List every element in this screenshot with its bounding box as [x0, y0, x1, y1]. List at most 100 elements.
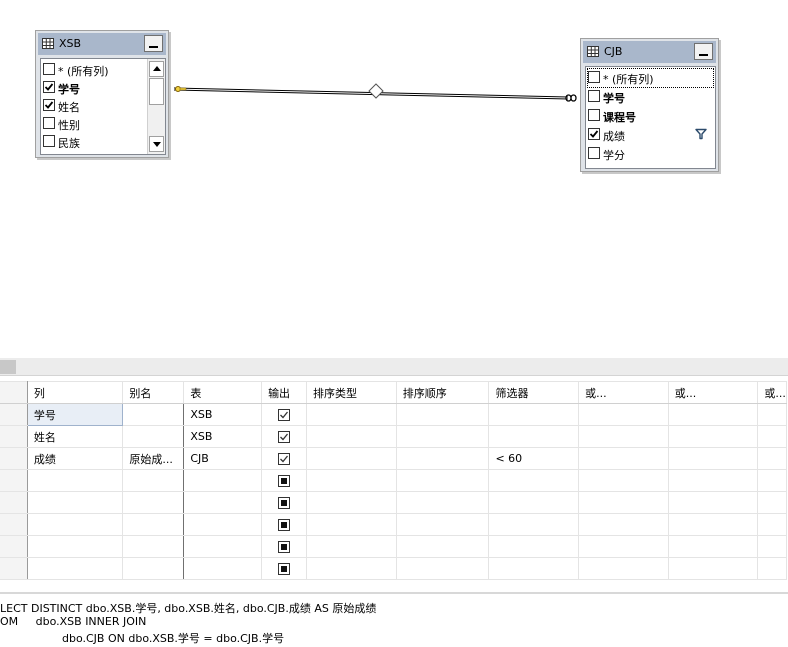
cell-output[interactable]	[261, 513, 307, 536]
sql-pane[interactable]: LECT DISTINCT dbo.XSB.学号, dbo.XSB.姓名, db…	[0, 592, 788, 647]
table-xsb[interactable]: XSB * (所有列) 学号 姓名 性别 民族	[35, 30, 169, 158]
cell-output[interactable]	[261, 447, 307, 470]
header-or-1[interactable]: 或...	[578, 381, 669, 404]
vertical-scrollbar[interactable]	[147, 59, 165, 154]
header-output[interactable]: 输出	[261, 381, 307, 404]
output-checkbox[interactable]	[278, 497, 290, 509]
cell-filter[interactable]	[488, 425, 580, 448]
cell-column[interactable]	[26, 535, 124, 558]
header-filter[interactable]: 筛选器	[488, 381, 580, 404]
cell-or-2[interactable]	[667, 469, 759, 492]
cell-or-1[interactable]	[578, 425, 669, 448]
cell-output[interactable]	[261, 557, 307, 580]
cell-alias[interactable]: 原始成...	[122, 447, 185, 470]
cell-filter[interactable]	[488, 469, 580, 492]
column-checkbox[interactable]	[43, 117, 55, 129]
minimize-button[interactable]	[144, 35, 163, 52]
column-checkbox[interactable]	[588, 90, 600, 102]
cell-column[interactable]: 姓名	[26, 425, 124, 448]
sql-line-from[interactable]: OM dbo.XSB INNER JOIN	[0, 615, 146, 628]
column-checkbox[interactable]	[43, 81, 55, 93]
cell-sort-order[interactable]	[395, 425, 490, 448]
sql-line-select[interactable]: LECT DISTINCT dbo.XSB.学号, dbo.XSB.姓名, db…	[0, 600, 376, 616]
row-header[interactable]	[0, 469, 28, 492]
cell-or-1[interactable]	[578, 491, 669, 514]
column-row[interactable]: 学号	[43, 79, 151, 97]
cell-sort-type[interactable]	[305, 491, 397, 514]
table-row[interactable]	[0, 513, 787, 536]
table-row[interactable]	[0, 535, 787, 558]
table-row[interactable]: 成绩 原始成... CJB < 60	[0, 447, 787, 470]
cell-or-3[interactable]	[757, 513, 787, 536]
column-checkbox[interactable]	[43, 135, 55, 147]
column-checkbox[interactable]	[588, 109, 600, 121]
cell-sort-order[interactable]	[395, 513, 490, 536]
cell-alias[interactable]	[122, 491, 185, 514]
column-row[interactable]: 学分	[588, 145, 696, 163]
cell-or-1[interactable]	[578, 557, 669, 580]
row-header[interactable]	[0, 425, 28, 448]
output-checkbox[interactable]	[278, 409, 290, 421]
column-checkbox[interactable]	[43, 63, 55, 75]
cell-alias[interactable]	[122, 469, 185, 492]
cell-output[interactable]	[261, 491, 307, 514]
cell-sort-order[interactable]	[395, 447, 490, 470]
cell-table[interactable]	[183, 535, 263, 558]
output-checkbox[interactable]	[278, 431, 290, 443]
header-sort-order[interactable]: 排序顺序	[395, 381, 490, 404]
cell-alias[interactable]	[122, 557, 185, 580]
scroll-down-button[interactable]	[149, 136, 164, 152]
criteria-pane[interactable]: 列 别名 表 输出 排序类型 排序顺序 筛选器 或... 或... 或... 学…	[0, 358, 788, 590]
cell-output[interactable]	[261, 469, 307, 492]
column-row[interactable]: 民族	[43, 133, 151, 151]
cell-or-2[interactable]	[667, 535, 759, 558]
cell-alias[interactable]	[122, 425, 185, 448]
cell-filter[interactable]	[488, 491, 580, 514]
cell-sort-type[interactable]	[305, 535, 397, 558]
cell-or-3[interactable]	[757, 425, 787, 448]
output-checkbox[interactable]	[278, 519, 290, 531]
cell-column[interactable]	[26, 513, 124, 536]
cell-or-2[interactable]	[667, 513, 759, 536]
cell-column[interactable]	[26, 491, 124, 514]
cell-sort-type[interactable]	[305, 469, 397, 492]
cell-sort-order[interactable]	[395, 535, 490, 558]
cell-table[interactable]	[183, 491, 263, 514]
header-sort-type[interactable]: 排序类型	[305, 381, 397, 404]
header-or-2[interactable]: 或...	[667, 381, 759, 404]
output-checkbox[interactable]	[278, 541, 290, 553]
scroll-up-button[interactable]	[149, 61, 164, 77]
column-checkbox[interactable]	[588, 128, 600, 140]
cell-column[interactable]: 学号	[26, 403, 124, 426]
cell-table[interactable]	[183, 557, 263, 580]
cell-sort-order[interactable]	[395, 469, 490, 492]
diagram-pane[interactable]: XSB * (所有列) 学号 姓名 性别 民族 CJB * (所有列) 学号 课…	[0, 0, 788, 358]
cell-or-3[interactable]	[757, 469, 787, 492]
cell-table[interactable]	[183, 469, 263, 492]
column-row[interactable]: * (所有列)	[587, 68, 714, 88]
sql-line-join[interactable]: dbo.CJB ON dbo.XSB.学号 = dbo.CJB.学号	[62, 630, 284, 646]
output-checkbox[interactable]	[278, 563, 290, 575]
table-cjb-titlebar[interactable]: CJB	[583, 41, 716, 63]
row-header[interactable]	[0, 513, 28, 536]
cell-output[interactable]	[261, 403, 307, 426]
column-checkbox[interactable]	[588, 147, 600, 159]
row-header[interactable]	[0, 535, 28, 558]
table-xsb-titlebar[interactable]: XSB	[38, 33, 166, 55]
cell-output[interactable]	[261, 535, 307, 558]
cell-sort-type[interactable]	[305, 403, 397, 426]
cell-or-2[interactable]	[667, 491, 759, 514]
cell-or-3[interactable]	[757, 447, 787, 470]
cell-column[interactable]	[26, 557, 124, 580]
cell-output[interactable]	[261, 425, 307, 448]
cell-table[interactable]	[183, 513, 263, 536]
table-cjb-column-list[interactable]: * (所有列) 学号 课程号 成绩 学分	[585, 66, 716, 169]
header-table[interactable]: 表	[183, 381, 263, 404]
cell-or-1[interactable]	[578, 469, 669, 492]
output-checkbox[interactable]	[278, 475, 290, 487]
row-header[interactable]	[0, 491, 28, 514]
cell-filter[interactable]	[488, 557, 580, 580]
column-row[interactable]: 学号	[588, 88, 696, 106]
cell-column[interactable]	[26, 469, 124, 492]
table-row[interactable]	[0, 469, 787, 492]
